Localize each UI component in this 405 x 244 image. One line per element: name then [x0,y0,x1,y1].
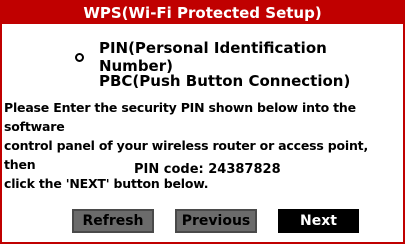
pin-code: PIN code: 24387828 [134,162,281,177]
radio-icon[interactable] [75,52,84,62]
instructions-text: Please Enter the security PIN shown belo… [4,98,402,193]
dialog-title: WPS(Wi-Fi Protected Setup) [2,2,403,24]
pbc-option[interactable]: PBC(Push Button Connection) [99,72,350,90]
next-button[interactable]: Next [278,209,359,233]
previous-button[interactable]: Previous [175,209,257,233]
wps-dialog: WPS(Wi-Fi Protected Setup) PIN(Personal … [0,0,405,244]
pin-option[interactable]: PIN(Personal Identification Number) [75,39,403,75]
pin-option-label: PIN(Personal Identification Number) [98,39,327,75]
instructions-line: Please Enter the security PIN shown belo… [4,100,356,134]
refresh-button[interactable]: Refresh [72,209,154,233]
